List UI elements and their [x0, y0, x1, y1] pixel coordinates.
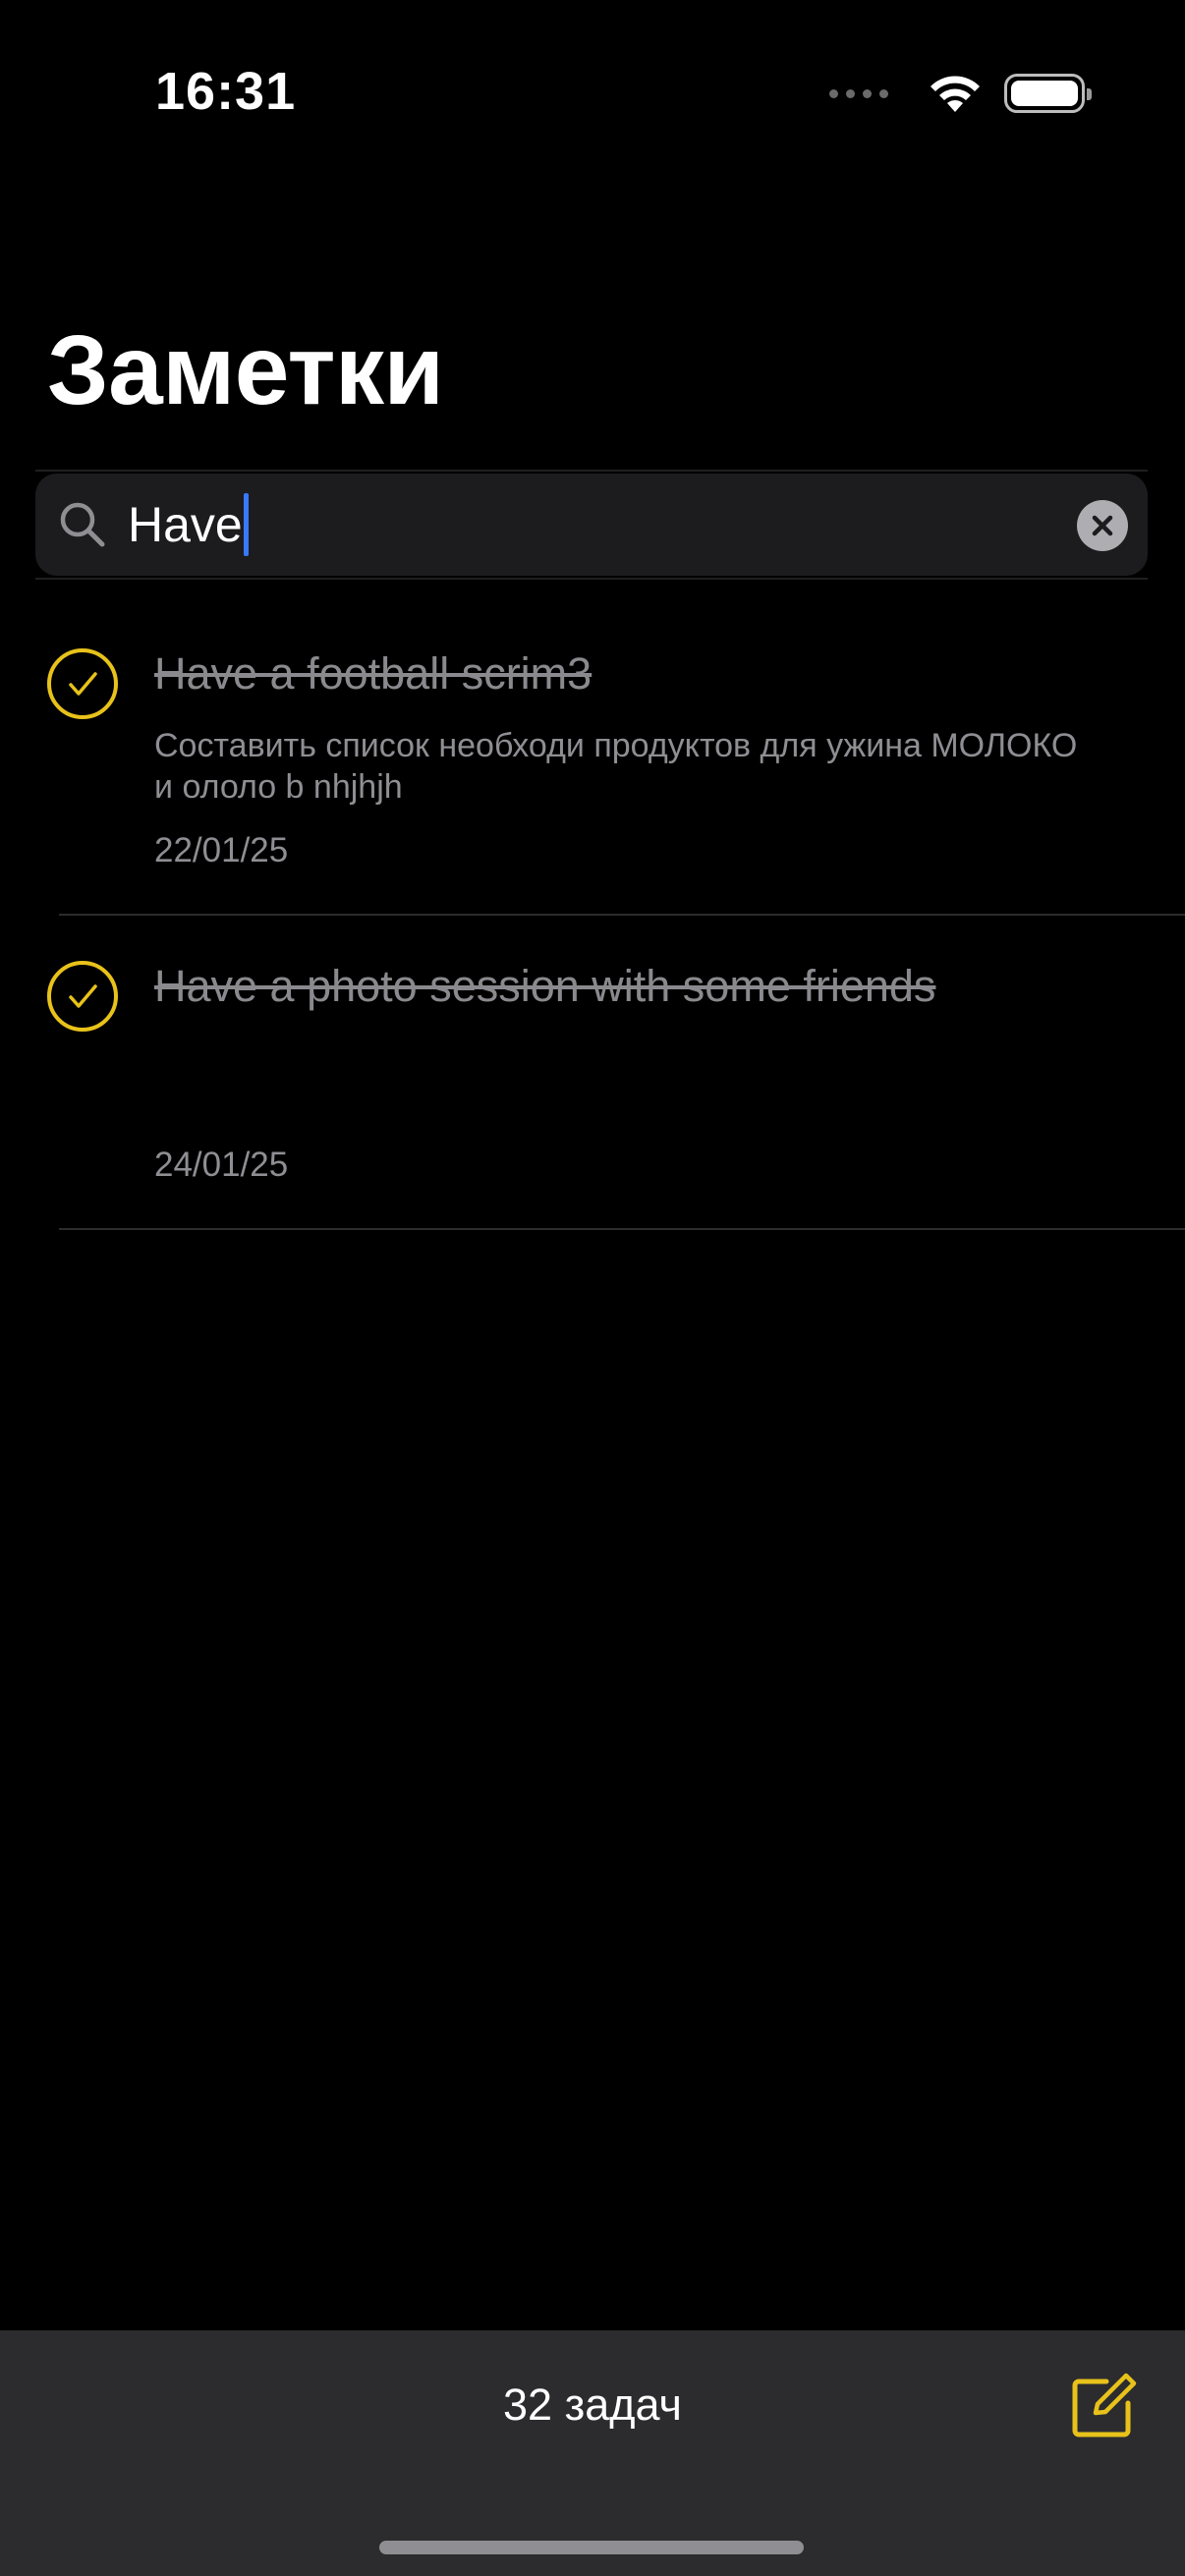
- status-icons: [829, 69, 1092, 118]
- page-title: Заметки: [47, 315, 444, 425]
- list-item[interactable]: Have a photo session with some friends 2…: [0, 943, 1185, 1228]
- divider: [35, 578, 1148, 580]
- search-input-value: Have: [128, 497, 243, 552]
- text-caret: [243, 493, 249, 556]
- search-icon: [60, 502, 105, 547]
- divider: [59, 914, 1185, 916]
- completed-checkbox[interactable]: [47, 961, 118, 1032]
- search-input[interactable]: Have: [128, 493, 249, 556]
- checkmark-icon: [69, 672, 97, 696]
- task-title: Have a football scrim3: [154, 648, 592, 699]
- battery-icon: [1004, 74, 1092, 113]
- notes-screen: 16:31 Заметки Have Have a football scrim…: [0, 0, 1185, 2576]
- task-count-label: 32 задач: [503, 2380, 682, 2430]
- clear-search-button[interactable]: [1077, 500, 1128, 551]
- checkmark-icon: [69, 984, 97, 1008]
- status-time: 16:31: [155, 62, 297, 121]
- home-indicator: [379, 2541, 804, 2554]
- task-title: Have a photo session with some friends: [154, 961, 936, 1011]
- divider: [35, 470, 1148, 472]
- compose-icon[interactable]: [1069, 2372, 1138, 2440]
- task-date: 22/01/25: [154, 831, 289, 869]
- completed-checkbox[interactable]: [47, 648, 118, 719]
- wifi-icon: [931, 76, 980, 112]
- list-item[interactable]: Have a football scrim3 Составить список …: [0, 629, 1185, 914]
- divider: [59, 1228, 1185, 1230]
- clear-icon: [1092, 515, 1113, 536]
- cellular-dots-icon: [829, 88, 888, 98]
- task-date: 24/01/25: [154, 1146, 289, 1184]
- search-bar[interactable]: Have: [35, 474, 1148, 576]
- task-description: Составить список необходи продуктов для …: [154, 727, 1078, 806]
- bottom-toolbar: 32 задач: [0, 2330, 1185, 2576]
